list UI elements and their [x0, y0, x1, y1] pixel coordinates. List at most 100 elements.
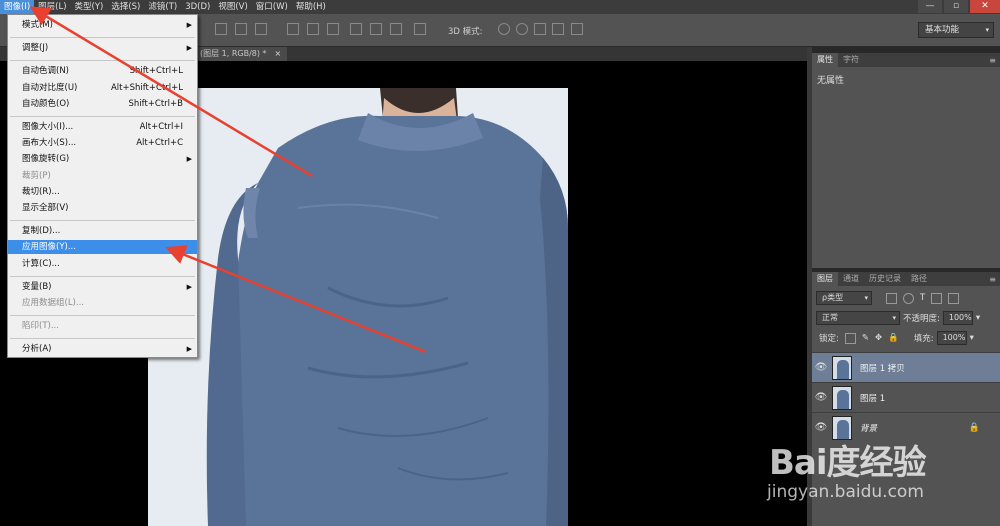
- tab-character[interactable]: 字符: [838, 53, 864, 67]
- tab-properties[interactable]: 属性: [812, 53, 838, 67]
- restore-button[interactable]: ▫: [944, 0, 968, 13]
- menu-item[interactable]: 裁切(R)...: [8, 185, 197, 199]
- menu-item[interactable]: 图像大小(I)... Alt+Ctrl+I: [8, 120, 197, 134]
- menu-item[interactable]: 滤镜(T): [144, 0, 181, 14]
- menu-item[interactable]: 变量(B) ▶: [8, 280, 197, 294]
- distribute-right-icon[interactable]: [390, 23, 402, 35]
- align-bottom-icon[interactable]: [255, 23, 267, 35]
- menu-item[interactable]: 分析(A) ▶: [8, 342, 197, 356]
- distribute-top-icon[interactable]: [287, 23, 299, 35]
- close-icon[interactable]: ×: [275, 49, 282, 58]
- type-filter-icon[interactable]: T: [920, 293, 925, 303]
- menu-item[interactable]: 调整(J) ▶: [8, 41, 197, 55]
- menu-item-label: 陷印(T)...: [22, 321, 59, 332]
- workspace-select[interactable]: 基本功能 ▾: [918, 22, 994, 38]
- shirt-photo: [148, 88, 568, 526]
- layer-row[interactable]: 👁 图层 1 拷贝: [812, 352, 1000, 382]
- menu-item-shortcut: Shift+Ctrl+L: [129, 66, 183, 77]
- eye-icon[interactable]: 👁: [812, 362, 830, 373]
- panel-menu-icon[interactable]: ≡: [989, 56, 996, 65]
- tab-layers[interactable]: 图层: [812, 272, 838, 286]
- menu-item[interactable]: 视图(V): [214, 0, 251, 14]
- minimize-button[interactable]: —: [918, 0, 942, 13]
- chevron-down-icon: ▾: [985, 26, 989, 34]
- menu-separator: [10, 60, 195, 62]
- menu-item-shortcut: Alt+Ctrl+C: [136, 138, 183, 149]
- menu-item[interactable]: 图像旋转(G) ▶: [8, 152, 197, 166]
- menu-item[interactable]: 3D(D): [181, 0, 214, 14]
- eye-icon[interactable]: 👁: [812, 422, 830, 433]
- menu-item[interactable]: 画布大小(S)... Alt+Ctrl+C: [8, 136, 197, 150]
- eye-icon[interactable]: 👁: [812, 392, 830, 403]
- submenu-arrow-icon: ▶: [186, 155, 192, 164]
- fill-input[interactable]: 100%: [936, 331, 967, 345]
- tab-paths[interactable]: 路径: [906, 272, 932, 286]
- menu-item-label: 调整(J): [22, 43, 49, 54]
- menu-item[interactable]: 类型(Y): [71, 0, 108, 14]
- opacity-input[interactable]: 100%: [942, 311, 973, 325]
- align-vcenter-icon[interactable]: [235, 23, 247, 35]
- 3d-pan-icon[interactable]: [534, 23, 546, 35]
- menu-item[interactable]: 窗口(W): [252, 0, 292, 14]
- menu-item[interactable]: 计算(C)...: [8, 257, 197, 271]
- menu-item[interactable]: 复制(D)...: [8, 224, 197, 238]
- distribute-hcenter-icon[interactable]: [370, 23, 382, 35]
- blend-mode-select[interactable]: 正常 ▾: [816, 311, 900, 325]
- menu-separator: [10, 220, 195, 222]
- align-top-icon[interactable]: [215, 23, 227, 35]
- layer-filter-row: ρ类型 ▾ T: [812, 290, 1000, 306]
- menu-item[interactable]: 显示全部(V): [8, 201, 197, 215]
- chevron-down-icon: ▾: [864, 294, 868, 302]
- menu-item-label: 裁切(R)...: [22, 186, 60, 197]
- panel-menu-icon[interactable]: ≡: [989, 275, 996, 284]
- menu-item: 应用数据组(L)...: [8, 296, 197, 310]
- distribute-left-icon[interactable]: [350, 23, 362, 35]
- menu-item-label: 分析(A): [22, 344, 52, 355]
- adjustment-filter-icon[interactable]: [903, 292, 914, 304]
- 3d-roll-icon[interactable]: [516, 23, 528, 35]
- properties-panel: 属性 字符 ≡ 无属性: [812, 53, 1000, 268]
- close-button[interactable]: ✕: [970, 0, 1000, 13]
- menu-item[interactable]: 自动对比度(U) Alt+Shift+Ctrl+L: [8, 81, 197, 95]
- menu-item[interactable]: 图像(I): [0, 0, 35, 14]
- layer-thumbnail: [832, 385, 852, 410]
- menu-item[interactable]: 选择(S): [107, 0, 144, 14]
- layer-row[interactable]: 👁 图层 1: [812, 382, 1000, 412]
- menu-item[interactable]: 图层(L): [34, 0, 70, 14]
- 3d-scale-icon[interactable]: [571, 23, 583, 35]
- smart-object-filter-icon[interactable]: [948, 292, 960, 304]
- menu-item-label: 应用图像(Y)...: [22, 242, 76, 253]
- document-image[interactable]: [148, 88, 568, 526]
- menu-item[interactable]: 模式(M) ▶: [8, 18, 197, 32]
- menu-bar: 图像(I) 图层(L) 类型(Y) 选择(S) 滤镜(T) 3D(D) 视图(V) 窗口(W)…: [0, 0, 1000, 14]
- blend-row: 正常 ▾ 不透明度: 100% ▾: [812, 310, 1000, 326]
- 3d-slide-icon[interactable]: [552, 23, 564, 35]
- pixel-filter-icon[interactable]: [886, 292, 897, 304]
- menu-item-label: 自动颜色(O): [22, 98, 70, 109]
- 3d-rotate-icon[interactable]: [498, 23, 510, 35]
- menu-item[interactable]: 自动颜色(O) Shift+Ctrl+B: [8, 97, 197, 111]
- distribute-vcenter-icon[interactable]: [307, 23, 319, 35]
- menu-item-label: 复制(D)...: [22, 226, 61, 237]
- distribute-bottom-icon[interactable]: [327, 23, 339, 35]
- auto-align-icon[interactable]: [414, 23, 426, 35]
- window-controls: — ▫ ✕: [916, 0, 1000, 14]
- menu-item-label: 显示全部(V): [22, 203, 69, 213]
- tab-history[interactable]: 历史记录: [864, 272, 906, 286]
- menu-item[interactable]: 应用图像(Y)...: [8, 240, 197, 255]
- menu-item[interactable]: 自动色调(N) Shift+Ctrl+L: [8, 64, 197, 78]
- lock-all-icon[interactable]: 🔒: [888, 333, 899, 343]
- opacity-dropdown-icon[interactable]: ▾: [976, 313, 980, 323]
- fill-dropdown-icon[interactable]: ▾: [970, 333, 974, 343]
- lock-transparent-icon[interactable]: [844, 332, 856, 344]
- lock-paint-icon[interactable]: ✎: [862, 333, 869, 343]
- shape-filter-icon[interactable]: [931, 292, 943, 304]
- menu-item-shortcut: Alt+Ctrl+I: [139, 122, 183, 132]
- layer-kind-filter[interactable]: ρ类型 ▾: [816, 291, 872, 305]
- menu-item[interactable]: 帮助(H): [292, 0, 330, 14]
- menu-item: 裁剪(P): [8, 169, 197, 183]
- menu-item-label: 模式(M): [22, 20, 53, 30]
- tab-channels[interactable]: 通道: [838, 272, 864, 286]
- layer-name: 背景: [860, 423, 878, 434]
- lock-move-icon[interactable]: ✥: [875, 333, 882, 343]
